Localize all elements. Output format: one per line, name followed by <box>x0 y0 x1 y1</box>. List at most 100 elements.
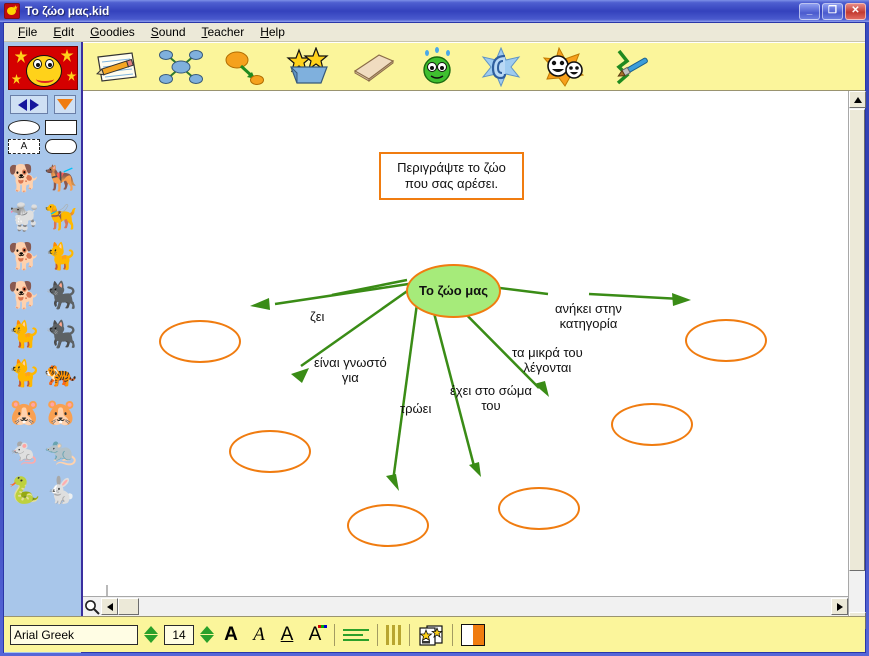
prompt-box[interactable]: Περιγράψτε το ζώο που σας αρέσει. <box>379 152 524 200</box>
vertical-scrollbar[interactable] <box>848 91 866 629</box>
align-line-icon <box>343 638 369 641</box>
menu-label-file: ile <box>25 25 38 39</box>
font-size-spinner[interactable] <box>200 626 214 643</box>
link-label-gnosto[interactable]: είναι γνωστό για <box>314 355 387 386</box>
symbol-chihuahua[interactable]: 🐕 <box>7 238 42 274</box>
symbol-tabby-cat[interactable]: 🐈 <box>7 355 42 391</box>
fill-color-button[interactable] <box>461 623 485 646</box>
symbol-tuxedo-cat[interactable]: 🐈‍⬛ <box>44 277 79 313</box>
star-decor-icon <box>11 74 22 84</box>
palette-prev-next-button[interactable] <box>9 95 48 114</box>
italic-button[interactable]: A <box>248 623 270 647</box>
bubble-button[interactable] <box>413 46 461 87</box>
link-label-troei[interactable]: τρώει <box>400 401 431 417</box>
dog-icon: 🐕‍🦺 <box>44 163 77 193</box>
teacher-button[interactable] <box>541 46 589 87</box>
link-label-soma[interactable]: έχει στο σώμα του <box>450 383 532 414</box>
menu-bar: File Edit Goodies Sound Teacher Help <box>4 23 865 42</box>
horizontal-scroll-thumb[interactable] <box>118 598 139 615</box>
picture-view-button[interactable] <box>157 47 205 87</box>
close-button[interactable]: ✕ <box>845 2 866 20</box>
writing-view-button[interactable] <box>93 47 141 87</box>
arrowhead-zei <box>250 298 270 310</box>
node-zei[interactable] <box>159 320 241 363</box>
symbol-collie[interactable]: 🐕 <box>7 277 42 313</box>
menu-item-goodies[interactable]: Goodies <box>82 23 143 41</box>
menu-item-sound[interactable]: Sound <box>143 23 194 41</box>
clear-button[interactable] <box>349 47 397 87</box>
font-size-field[interactable]: 14 <box>164 624 194 645</box>
symbol-golden-retriever[interactable]: 🐕 <box>7 160 42 196</box>
link-label-katigoria[interactable]: ανήκει στην κατηγορία <box>555 301 622 332</box>
divider <box>377 623 378 646</box>
align-button[interactable] <box>343 628 369 641</box>
app-icon <box>4 3 20 19</box>
listen-button[interactable] <box>477 46 525 87</box>
magnifier-icon[interactable] <box>83 598 101 616</box>
font-name-field[interactable]: Arial Greek <box>10 624 138 645</box>
symbol-siamese-cat[interactable]: 🐈 <box>7 316 42 352</box>
dog-icon: 🐩 <box>8 202 41 232</box>
paint-button[interactable] <box>605 47 653 87</box>
symbol-st-bernard[interactable]: 🦮 <box>44 199 79 235</box>
node-gnosto[interactable] <box>229 430 311 473</box>
link-button[interactable] <box>221 47 269 87</box>
text-color-button[interactable]: A <box>304 623 327 647</box>
main-node[interactable]: Το ζώο μας <box>406 264 501 318</box>
divider <box>409 623 410 646</box>
symbol-page-button[interactable] <box>418 623 444 647</box>
spacing-bar-icon <box>386 624 389 645</box>
node-soma[interactable] <box>498 487 580 530</box>
chevron-right-icon <box>30 98 39 111</box>
dog-icon: 🦮 <box>44 202 77 232</box>
scroll-left-button[interactable] <box>101 598 118 615</box>
node-katigoria[interactable] <box>685 319 767 362</box>
menu-item-file[interactable]: File <box>10 23 45 41</box>
menu-item-help[interactable]: Help <box>252 23 293 41</box>
node-troei[interactable] <box>347 504 429 547</box>
spinner-down-icon <box>144 635 158 643</box>
font-name-spinner[interactable] <box>144 626 158 643</box>
symbol-gerbil[interactable]: 🐁 <box>7 433 42 469</box>
symbol-white-cat[interactable]: 🐈 <box>44 238 79 274</box>
cat-icon: 🐈 <box>8 358 41 388</box>
symbol-sheepdog[interactable]: 🐩 <box>7 199 42 235</box>
horizontal-scrollbar[interactable] <box>83 596 848 616</box>
shape-oval-button[interactable] <box>8 120 40 135</box>
menu-item-teacher[interactable]: Teacher <box>194 23 253 41</box>
symbol-mouse[interactable]: 🐀 <box>44 433 79 469</box>
cat-icon: 🐈 <box>44 241 77 271</box>
minimize-button[interactable]: _ <box>799 2 820 20</box>
palette-dropdown-button[interactable] <box>53 95 76 114</box>
hamster-icon: 🐹 <box>8 397 41 427</box>
symbol-orange-cat[interactable]: 🐅 <box>44 355 79 391</box>
palette-navigation <box>4 95 81 114</box>
symbol-snake[interactable]: 🐍 <box>7 472 42 508</box>
symbol-guinea-pig[interactable]: 🐹 <box>44 394 79 430</box>
scroll-up-button[interactable] <box>849 91 866 108</box>
menu-label-goodies: oodies <box>99 25 135 39</box>
restore-button[interactable]: ❐ <box>822 2 843 20</box>
symbol-grey-cat[interactable]: 🐈‍⬛ <box>44 316 79 352</box>
bold-button[interactable]: A <box>220 623 242 647</box>
menu-label-teacher: eacher <box>207 25 245 39</box>
link-label-zei[interactable]: ζει <box>310 309 324 325</box>
link-label-mikra[interactable]: τα μικρά του λέγονται <box>512 345 583 376</box>
menu-item-edit[interactable]: Edit <box>45 23 82 41</box>
symbol-rabbit[interactable]: 🐇 <box>44 472 79 508</box>
link-line-zei <box>331 278 408 297</box>
diagram-canvas[interactable]: Περιγράψτε το ζώο που σας αρέσει. Το ζώο… <box>83 91 843 607</box>
scroll-right-button[interactable] <box>831 598 848 615</box>
symbol-german-shepherd[interactable]: 🐕‍🦺 <box>44 160 79 196</box>
underline-button[interactable]: A <box>276 623 298 647</box>
symbol-hamster-wheel[interactable]: 🐹 <box>7 394 42 430</box>
shape-rect-button[interactable] <box>45 120 77 135</box>
cat-icon: 🐈‍⬛ <box>44 280 77 310</box>
spacing-bar-icon <box>398 624 401 645</box>
node-mikra[interactable] <box>611 403 693 446</box>
vertical-scroll-thumb[interactable] <box>849 109 865 571</box>
symbol-maker-button[interactable] <box>285 45 333 87</box>
shape-textbox-button[interactable]: A <box>8 139 40 154</box>
shape-rounded-button[interactable] <box>45 139 77 154</box>
spacing-button[interactable] <box>386 624 401 645</box>
